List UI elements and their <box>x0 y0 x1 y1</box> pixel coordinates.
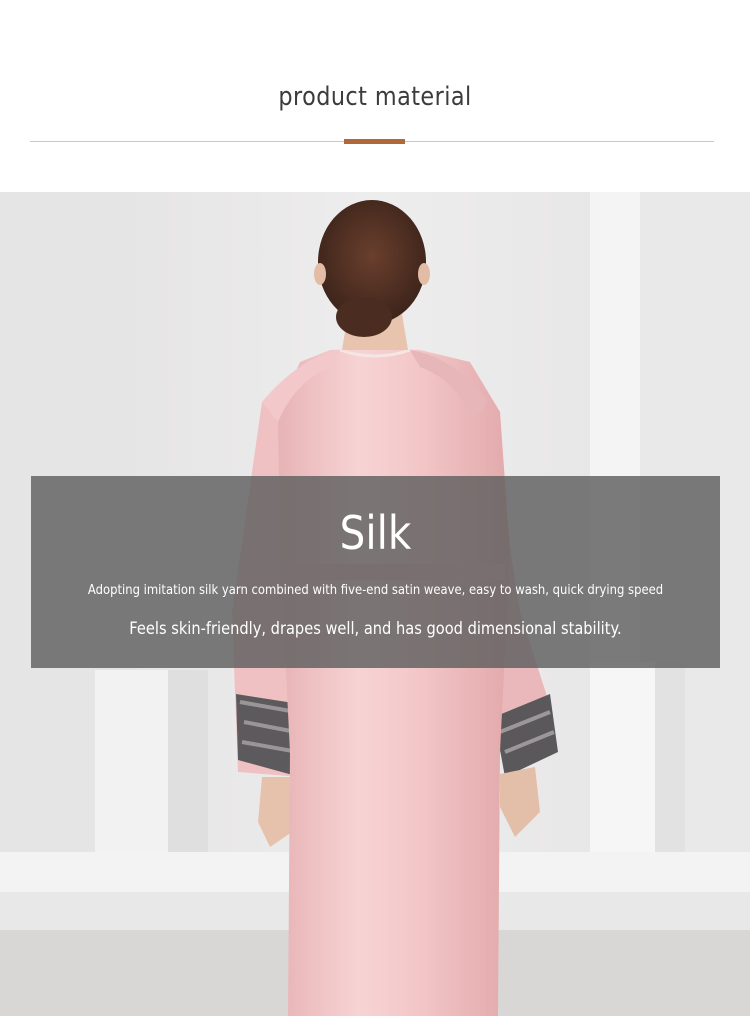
material-description-line-1: Adopting imitation silk yarn combined wi… <box>87 582 664 598</box>
material-description-line-2: Feels skin-friendly, drapes well, and ha… <box>129 619 622 639</box>
material-info-panel: Silk Adopting imitation silk yarn combin… <box>31 476 720 668</box>
divider-accent <box>344 139 405 144</box>
section-title: product material <box>278 82 472 112</box>
material-name: Silk <box>339 506 412 560</box>
section-header: product material <box>0 0 750 192</box>
